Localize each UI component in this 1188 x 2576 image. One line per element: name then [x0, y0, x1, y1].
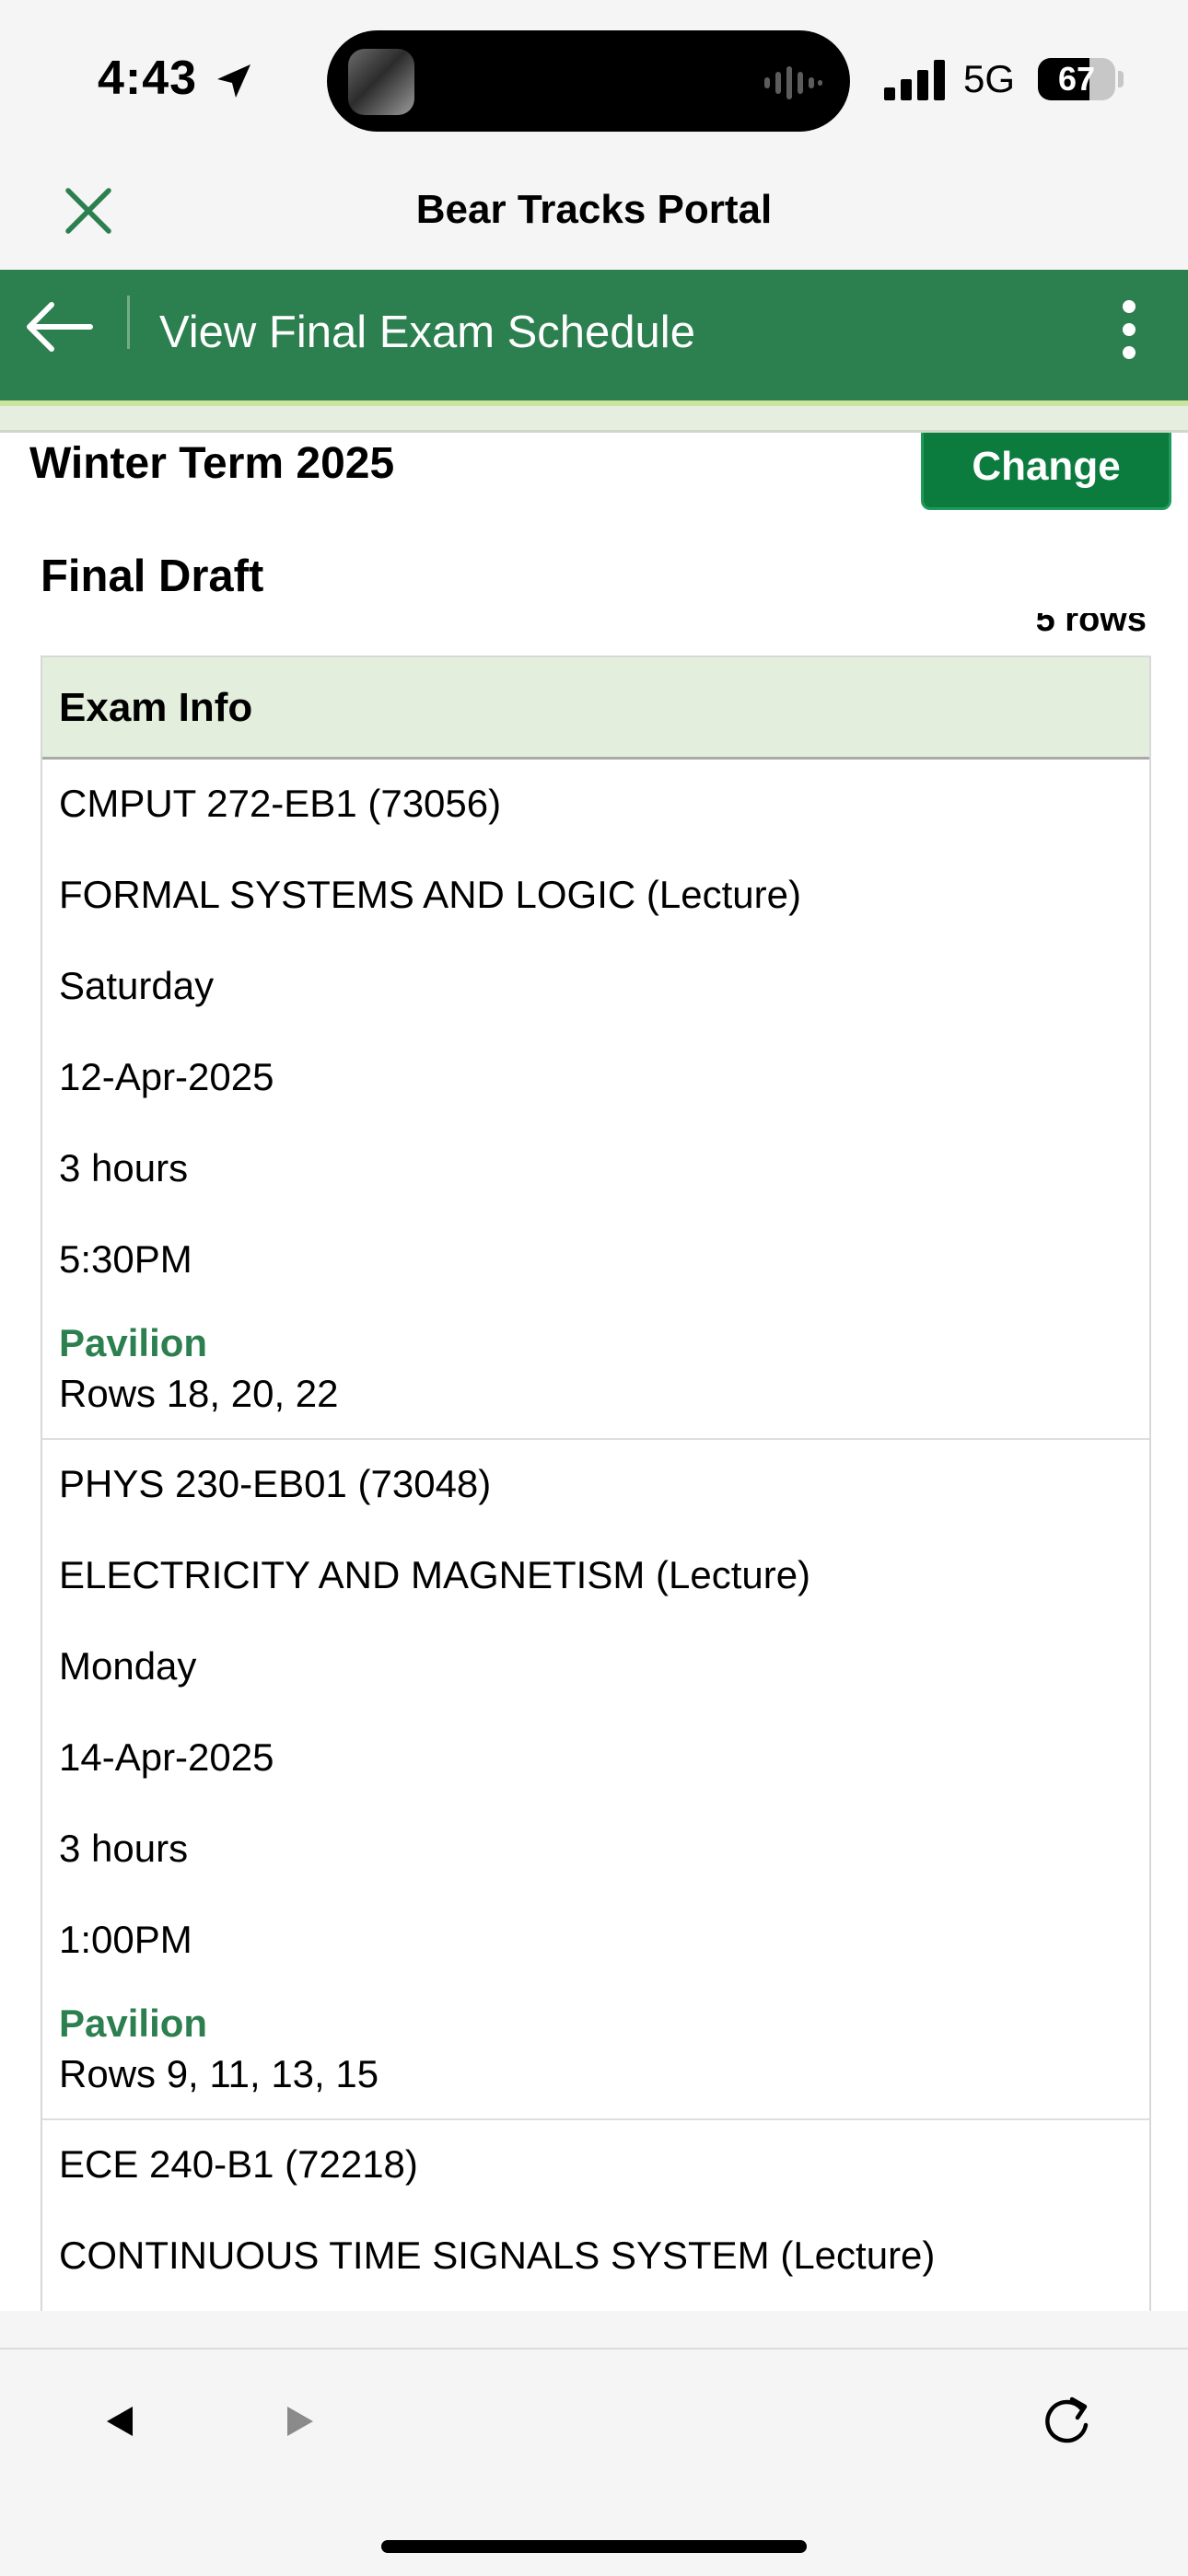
exam-time: 1:00PM: [59, 1918, 192, 1961]
term-label: Winter Term 2025: [29, 439, 395, 488]
status-time: 4:43: [98, 52, 198, 105]
exam-location: Pavilion: [59, 1321, 208, 1364]
table-row[interactable]: ECE 240-B1 (72218) CONTINUOUS TIME SIGNA…: [42, 2120, 1149, 2311]
exam-date: 14-Apr-2025: [59, 1735, 274, 1779]
exam-day: Monday: [59, 1644, 197, 1688]
browser-forward-icon[interactable]: [284, 2403, 317, 2440]
back-arrow-icon[interactable]: [24, 299, 94, 354]
change-term-button[interactable]: Change: [921, 433, 1171, 510]
portal-title: Bear Tracks Portal: [415, 187, 773, 232]
browser-back-icon[interactable]: [103, 2403, 136, 2440]
home-indicator: [381, 2540, 807, 2553]
exam-day: Saturday: [59, 964, 215, 1007]
audio-waveform-icon: [764, 66, 822, 99]
exam-seating-rows: Rows 18, 20, 22: [59, 1372, 339, 1415]
page-header: View Final Exam Schedule: [0, 270, 1188, 400]
now-playing-thumbnail: [348, 49, 414, 115]
exam-seating-rows: Rows 9, 11, 13, 15: [59, 2052, 379, 2095]
table-header: Exam Info: [42, 657, 1149, 760]
exam-table: Exam Info CMPUT 272-EB1 (73056) FORMAL S…: [41, 656, 1151, 2311]
exam-date: 12-Apr-2025: [59, 1055, 274, 1098]
more-options-icon[interactable]: [1111, 297, 1147, 362]
exam-name: ELECTRICITY AND MAGNETISM (Lecture): [59, 1553, 811, 1596]
network-type: 5G: [963, 57, 1016, 100]
main-content: Winter Term 2025 Change Final Draft 5 ro…: [0, 433, 1188, 2311]
exam-name: FORMAL SYSTEMS AND LOGIC (Lecture): [59, 873, 801, 916]
exam-duration: 3 hours: [59, 1146, 189, 1189]
table-row[interactable]: PHYS 230-EB01 (73048) ELECTRICITY AND MA…: [42, 1440, 1149, 2120]
section-title: Final Draft: [41, 551, 264, 601]
status-bar: 4:43 5G 67: [0, 0, 1188, 161]
exam-location: Pavilion: [59, 2002, 208, 2045]
reload-icon[interactable]: [1041, 2392, 1092, 2447]
exam-duration: 3 hours: [59, 1827, 189, 1870]
battery-icon: 67: [1038, 58, 1115, 100]
battery-nub: [1118, 71, 1124, 87]
exam-name: CONTINUOUS TIME SIGNALS SYSTEM (Lecture): [59, 2234, 936, 2277]
browser-toolbar: [0, 2348, 1188, 2576]
exam-course: PHYS 230-EB01 (73048): [59, 1462, 492, 1505]
cellular-signal-icon: [884, 60, 945, 100]
exam-course: ECE 240-B1 (72218): [59, 2142, 418, 2186]
page-title: View Final Exam Schedule: [159, 307, 695, 357]
exam-course: CMPUT 272-EB1 (73056): [59, 782, 502, 825]
header-divider: [127, 296, 130, 349]
exam-time: 5:30PM: [59, 1237, 192, 1281]
column-header-exam-info: Exam Info: [59, 685, 253, 730]
portal-title-bar: Bear Tracks Portal: [0, 161, 1188, 270]
table-row[interactable]: CMPUT 272-EB1 (73056) FORMAL SYSTEMS AND…: [42, 760, 1149, 1440]
location-arrow-icon: [217, 64, 250, 98]
battery-percent: 67: [1057, 60, 1096, 98]
header-strip: [0, 406, 1188, 433]
row-count: 5 rows: [1035, 613, 1147, 637]
